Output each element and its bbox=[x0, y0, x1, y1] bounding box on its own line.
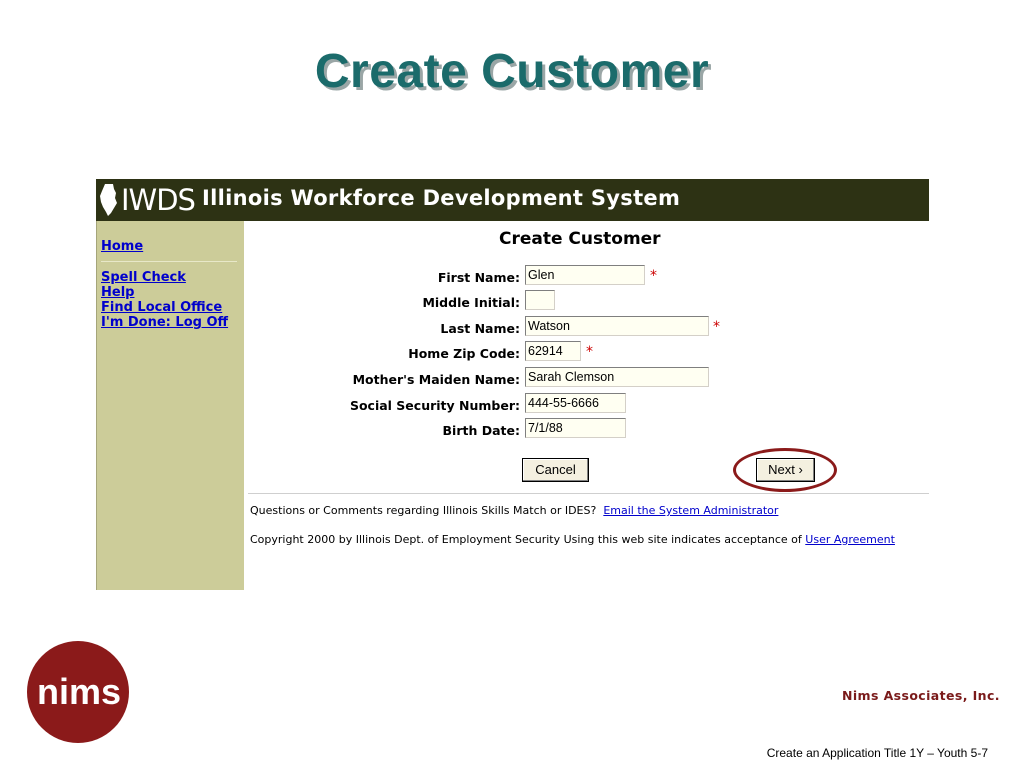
last-name-required-marker: * bbox=[713, 319, 720, 335]
illinois-state-icon bbox=[100, 184, 117, 216]
sidebar-link-home[interactable]: Home bbox=[101, 239, 143, 254]
last-name-row: Last Name: bbox=[243, 318, 520, 340]
last-name-label: Last Name: bbox=[440, 321, 520, 336]
sidebar-link-find-local-office[interactable]: Find Local Office bbox=[101, 300, 222, 315]
sidebar-link-help[interactable]: Help bbox=[101, 285, 134, 300]
birth-date-input[interactable]: 7/1/88 bbox=[525, 418, 626, 438]
maiden-name-input[interactable]: Sarah Clemson bbox=[525, 367, 709, 387]
last-name-input[interactable]: Watson bbox=[525, 316, 709, 336]
ssn-row: Social Security Number: bbox=[243, 395, 520, 417]
app-header-title: Illinois Workforce Development System bbox=[202, 186, 681, 210]
middle-initial-input[interactable] bbox=[525, 290, 555, 310]
slide-footer: Create an Application Title 1Y – Youth 5… bbox=[766, 746, 988, 760]
cancel-button[interactable]: Cancel bbox=[522, 458, 589, 482]
form-title: Create Customer bbox=[499, 229, 661, 249]
first-name-label: First Name: bbox=[437, 270, 520, 285]
email-admin-link[interactable]: Email the System Administrator bbox=[603, 504, 778, 517]
maiden-name-row: Mother's Maiden Name: bbox=[243, 369, 520, 391]
app-header: IWDS Illinois Workforce Development Syst… bbox=[96, 179, 929, 221]
company-name: Nims Associates, Inc. bbox=[842, 688, 1000, 703]
ssn-input[interactable]: 444-55-6666 bbox=[525, 393, 626, 413]
first-name-input[interactable]: Glen bbox=[525, 265, 645, 285]
birth-date-label: Birth Date: bbox=[442, 423, 520, 438]
nims-logo: nims bbox=[27, 641, 129, 743]
app-window: IWDS Illinois Workforce Development Syst… bbox=[96, 179, 929, 590]
home-zip-input[interactable]: 62914 bbox=[525, 341, 581, 361]
ssn-label: Social Security Number: bbox=[349, 398, 520, 413]
middle-initial-row: Middle Initial: bbox=[243, 292, 520, 314]
first-name-row: First Name: bbox=[243, 267, 520, 289]
home-zip-row: Home Zip Code: bbox=[243, 343, 520, 365]
slide-title: Create Customer bbox=[314, 45, 710, 98]
copyright-text: Copyright 2000 by Illinois Dept. of Empl… bbox=[250, 533, 802, 546]
main-content: Create Customer First Name: Glen * Middl… bbox=[243, 221, 929, 590]
iwds-logo: IWDS bbox=[99, 181, 196, 219]
first-name-required-marker: * bbox=[650, 268, 657, 284]
sidebar-link-log-off[interactable]: I'm Done: Log Off bbox=[101, 315, 228, 330]
content-divider bbox=[248, 493, 929, 494]
home-zip-required-marker: * bbox=[586, 344, 593, 360]
questions-line: Questions or Comments regarding Illinois… bbox=[250, 503, 778, 518]
copyright-notice: Copyright 2000 by Illinois Dept. of Empl… bbox=[250, 532, 920, 547]
sidebar-link-spell-check[interactable]: Spell Check bbox=[101, 270, 186, 285]
nims-logo-text: nims bbox=[37, 671, 121, 712]
next-button-highlight-ring bbox=[733, 448, 837, 492]
home-zip-label: Home Zip Code: bbox=[408, 346, 520, 361]
sidebar-divider bbox=[101, 261, 237, 262]
iwds-mark: IWDS bbox=[121, 183, 196, 217]
questions-text: Questions or Comments regarding Illinois… bbox=[250, 504, 597, 517]
birth-date-row: Birth Date: bbox=[243, 420, 520, 442]
maiden-name-label: Mother's Maiden Name: bbox=[352, 372, 520, 387]
user-agreement-link[interactable]: User Agreement bbox=[805, 533, 895, 546]
middle-initial-label: Middle Initial: bbox=[422, 295, 520, 310]
